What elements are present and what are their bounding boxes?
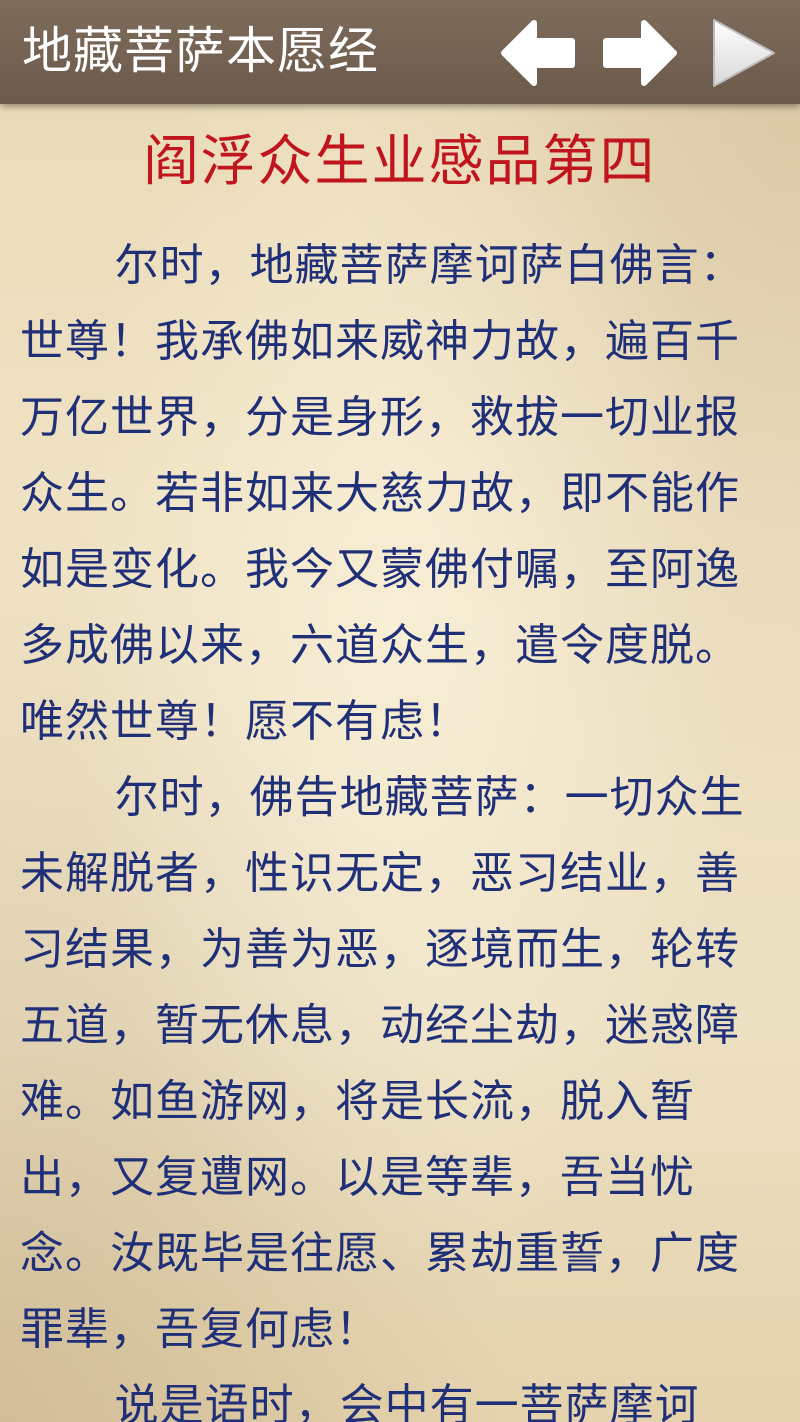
app-title: 地藏菩萨本愿经: [22, 22, 379, 80]
play-button[interactable]: [704, 14, 784, 92]
play-icon: [713, 19, 775, 87]
chapter-text: 尔时，地藏菩萨摩诃萨白佛言：世尊！我承佛如来威神力故，遍百千万亿世界，分是身形，…: [20, 228, 780, 1422]
chapter-title: 阎浮众生业感品第四: [143, 129, 657, 193]
arrow-right-icon: [603, 20, 677, 86]
previous-chapter-button[interactable]: [498, 14, 578, 92]
next-chapter-button[interactable]: [600, 14, 680, 92]
paragraph-3: 说是语时，会中有一菩萨摩诃: [114, 1380, 700, 1422]
reading-page[interactable]: 阎浮众生业感品第四 尔时，地藏菩萨摩诃萨白佛言：世尊！我承佛如来威神力故，遍百千…: [0, 104, 800, 1422]
paragraph-1: 尔时，地藏菩萨摩诃萨白佛言：世尊！我承佛如来威神力故，遍百千万亿世界，分是身形，…: [20, 240, 745, 747]
app-bar: 地藏菩萨本愿经: [0, 0, 800, 104]
paragraph-2: 尔时，佛告地藏菩萨：一切众生未解脱者，性识无定，恶习结业，善习结果，为善为恶，逐…: [20, 772, 745, 1355]
arrow-left-icon: [501, 20, 575, 86]
